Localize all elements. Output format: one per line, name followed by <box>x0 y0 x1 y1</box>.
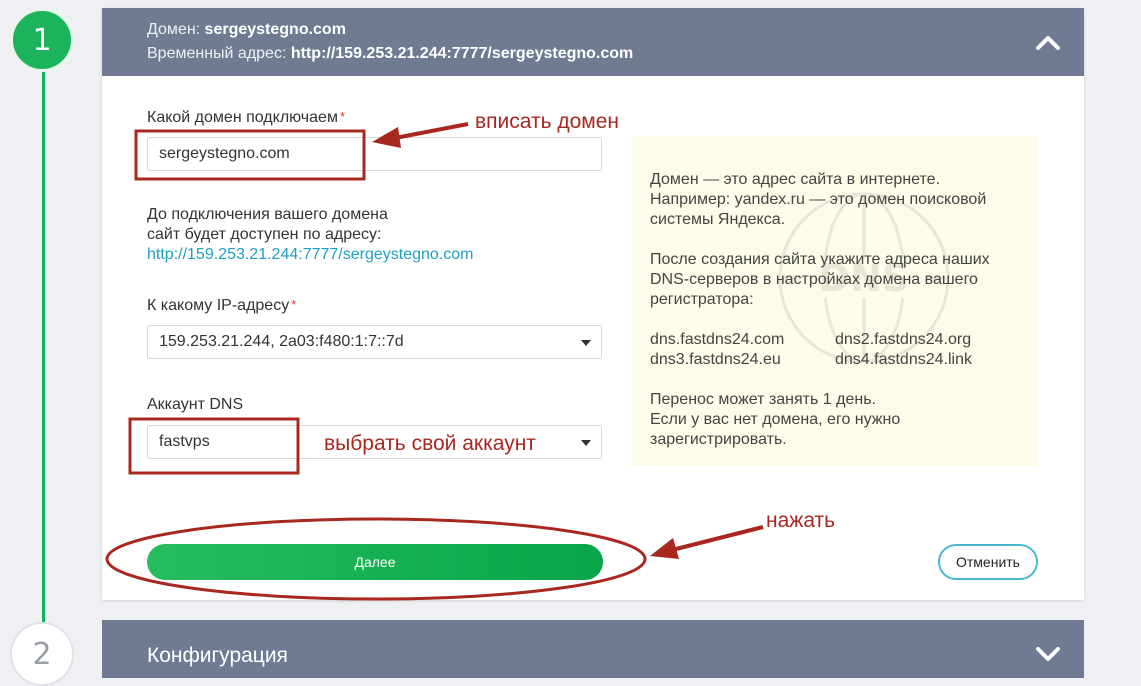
cancel-button[interactable]: Отменить <box>938 544 1038 580</box>
step-2-number: 2 <box>32 636 52 672</box>
annotation-enter-domain: вписать домен <box>475 110 620 133</box>
domain-input[interactable]: sergeystegno.com <box>147 137 602 171</box>
annotation-choose-account: выбрать свой аккаунт <box>324 432 536 455</box>
expand-chevron-down-icon[interactable] <box>1035 641 1061 667</box>
header-temp-value: http://159.253.21.244:7777/sergeystegno.… <box>290 45 634 62</box>
collapse-chevron-up-icon[interactable] <box>1035 29 1061 55</box>
header-domain-value: sergeystegno.com <box>204 21 346 38</box>
dns-servers-row-1: dns.fastdns24.com dns2.fastdns24.org <box>650 330 1020 350</box>
note-line-2: сайт будет доступен по адресу: <box>147 226 382 243</box>
domain-info-box: DNS Домен — это адрес сайта в интернете.… <box>632 136 1038 466</box>
domain-field-label: Какой домен подключаем * <box>147 109 345 127</box>
temp-address-link[interactable]: http://159.253.21.244:7777/sergeystegno.… <box>147 246 473 263</box>
header-domain-line: Домен: sergeystegno.com <box>147 21 346 39</box>
info-p2-line2: DNS-серверов в настройках домена вашего <box>650 271 978 288</box>
header-temp-address-line: Временный адрес: http://159.253.21.244:7… <box>147 45 633 63</box>
ip-select-value: 159.253.21.244, 2a03:f480:1:7::7d <box>159 333 404 350</box>
info-p2-line1: После создания сайта укажите адреса наши… <box>650 251 990 268</box>
dropdown-arrow-icon <box>581 340 591 346</box>
info-p3-line3: зарегистрировать. <box>650 431 787 448</box>
dns-account-label: Аккаунт DNS <box>147 396 243 414</box>
dns-account-select-value: fastvps <box>159 433 210 450</box>
annotation-press: нажать <box>766 509 836 532</box>
configuration-title: Конфигурация <box>147 644 288 667</box>
domain-section-panel: Домен: sergeystegno.com Временный адрес:… <box>102 8 1084 600</box>
stepper-line <box>42 60 45 630</box>
dns-servers-row-2: dns3.fastdns24.eu dns4.fastdns24.link <box>650 350 1020 370</box>
info-p1-line2: Например: yandex.ru — это домен поисково… <box>650 191 987 208</box>
header-domain-label: Домен: <box>147 21 201 38</box>
domain-field-label-text: Какой домен подключаем <box>147 109 338 126</box>
step-2-indicator[interactable]: 2 <box>10 622 74 686</box>
info-p2-line3: регистратора: <box>650 291 754 308</box>
info-p3-line1: Перенос может занять 1 день. <box>650 391 876 408</box>
required-mark: * <box>339 109 345 124</box>
dns-account-label-text: Аккаунт DNS <box>147 396 244 413</box>
required-mark: * <box>291 297 297 312</box>
ip-field-label-text: К какому IP-адресу <box>147 297 290 314</box>
dns-server-4: dns4.fastdns24.link <box>835 351 972 368</box>
dns-server-3: dns3.fastdns24.eu <box>650 351 781 368</box>
dns-server-2: dns2.fastdns24.org <box>835 331 972 348</box>
step-1-number: 1 <box>32 22 52 58</box>
ip-select[interactable]: 159.253.21.244, 2a03:f480:1:7::7d <box>147 325 602 359</box>
dns-server-1: dns.fastdns24.com <box>650 331 785 348</box>
note-line-1: До подключения вашего домена <box>147 206 388 223</box>
info-p3-line2: Если у вас нет домена, его нужно <box>650 411 901 428</box>
domain-input-value: sergeystegno.com <box>159 145 290 162</box>
header-temp-label: Временный адрес: <box>147 45 287 62</box>
next-button[interactable]: Далее <box>147 544 603 580</box>
domain-section-header[interactable]: Домен: sergeystegno.com Временный адрес:… <box>102 8 1084 76</box>
temp-address-note: До подключения вашего домена сайт будет … <box>147 205 473 265</box>
info-p1-line3: системы Яндекса. <box>650 211 786 228</box>
info-p1-line1: Домен — это адрес сайта в интернете. <box>650 171 941 188</box>
ip-field-label: К какому IP-адресу * <box>147 297 296 315</box>
dropdown-arrow-icon <box>581 440 591 446</box>
configuration-section-header[interactable]: Конфигурация <box>102 620 1084 678</box>
step-1-indicator[interactable]: 1 <box>10 8 74 72</box>
